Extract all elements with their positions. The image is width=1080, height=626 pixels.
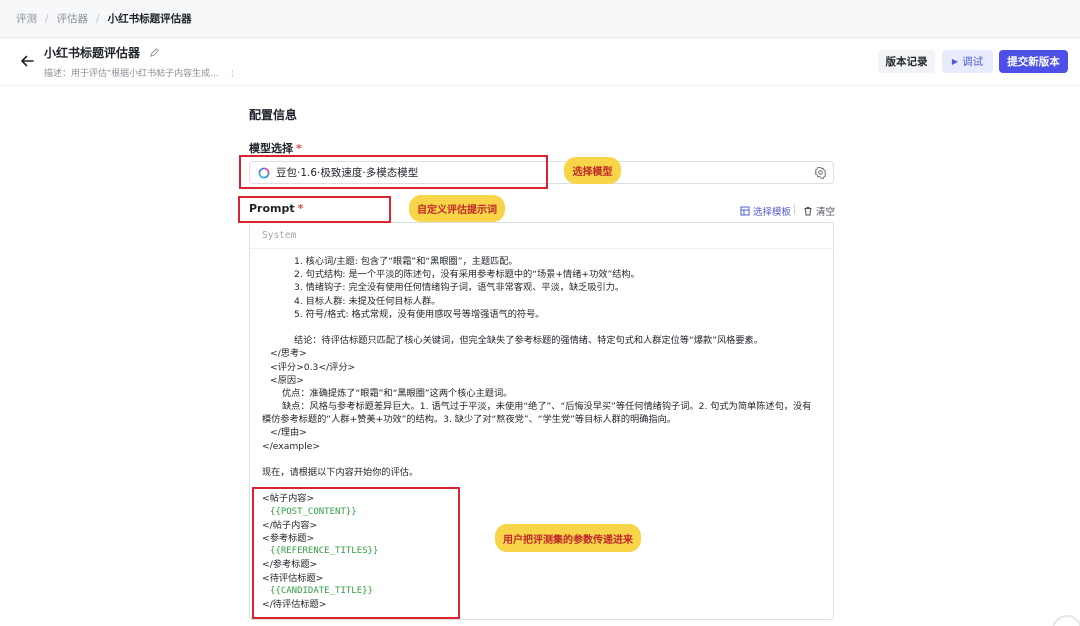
prompt-editor[interactable]: System — — — — — — — — — — — — — — — — —… (249, 222, 834, 620)
required-mark: * (297, 202, 304, 215)
prompt-line: <评分>0.3</评分> (270, 361, 356, 373)
prompt-line: 5. 符号/格式: 格式常规，没有使用感叹号等增强语气的符号。 (294, 308, 545, 320)
select-template-button[interactable]: 选择模板 (740, 204, 791, 218)
version-history-button[interactable]: 版本记录 (878, 50, 935, 73)
prompt-line: 现在，请根据以下内容开始你的评估。 (262, 467, 419, 479)
prompt-field-label: Prompt * (249, 202, 303, 215)
breadcrumb-separator: / (96, 12, 100, 25)
assistant-bubble-icon[interactable] (1052, 615, 1080, 626)
prompt-text[interactable]: — — — — — — — — — — — — — — — — — — — — … (250, 249, 833, 611)
doubao-logo-icon (258, 167, 270, 178)
prompt-line: <待评估标题> (262, 572, 324, 584)
params-annotation: 用户把评测集的参数传递进来 (495, 524, 641, 552)
model-select-value: 豆包·1.6·极致速度·多模态模型 (276, 167, 419, 179)
prompt-line: 优点：准确提炼了“眼霜”和“黑眼圈”这两个核心主题词。 (282, 387, 513, 399)
pencil-icon[interactable] (149, 47, 160, 58)
model-annotation: 选择模型 (564, 157, 621, 184)
breadcrumb-current: 小红书标题评估器 (107, 13, 192, 25)
template-icon (740, 206, 750, 216)
model-label-text: 模型选择 (249, 142, 293, 155)
prompt-annotation: 自定义评估提示词 (409, 195, 505, 222)
prompt-line: 结论：待评估标题只匹配了核心关键词，但完全缺失了参考标题的强情绪、特定句式和人群… (294, 335, 763, 347)
breadcrumb: 评测 / 评估器 / 小红书标题评估器 (0, 0, 1080, 38)
debug-button-label: 调试 (962, 56, 984, 68)
trash-icon (804, 207, 812, 216)
prompt-line: 缺点：风格与参考标题差异巨大。1. 语气过于平淡，未使用“绝了”、“后悔没早买”… (262, 401, 812, 426)
title-block: 小红书标题评估器 描述：用于评估"根据小红书帖子内容生成... ¦ (44, 44, 234, 79)
page-header: 小红书标题评估器 描述：用于评估"根据小红书帖子内容生成... ¦ 版本记录 ▶ … (0, 38, 1080, 86)
breadcrumb-separator: / (45, 12, 49, 25)
prompt-line: </参考标题> (262, 559, 318, 571)
prompt-line: <帖子内容> (262, 493, 315, 505)
description-text: 描述：用于评估"根据小红书帖子内容生成... (44, 69, 219, 79)
tools-divider: | (793, 204, 797, 215)
breadcrumb-item-evaluators[interactable]: 评估器 (57, 11, 89, 26)
prompt-line: 2. 句式结构: 是一个平淡的陈述句，没有采用参考标题中的“场景+情绪+功效”结… (294, 269, 640, 281)
play-icon: ▶ (951, 57, 959, 66)
role-selector[interactable]: System (250, 223, 833, 249)
clear-label: 清空 (816, 207, 836, 218)
back-arrow-icon[interactable] (18, 52, 36, 70)
clear-button[interactable]: 清空 (803, 204, 835, 218)
prompt-line: </理由> (270, 427, 307, 439)
template-variable: {{POST_CONTENT}} (270, 506, 357, 517)
model-field-label: 模型选择 * (249, 140, 302, 156)
submit-new-version-button[interactable]: 提交新版本 (999, 50, 1068, 73)
prompt-line: 3. 情绪钩子: 完全没有使用任何情绪钩子词，语气非常客观、平淡，缺乏吸引力。 (294, 282, 625, 294)
page-title: 小红书标题评估器 (44, 46, 141, 60)
settings-gear-icon[interactable] (814, 166, 827, 179)
section-title: 配置信息 (249, 108, 298, 122)
model-select[interactable]: 豆包·1.6·极致速度·多模态模型 (249, 161, 834, 184)
prompt-line: </思考> (270, 348, 307, 360)
role-placeholder: System (262, 230, 297, 241)
prompt-line: <原因> (270, 374, 304, 386)
required-mark: * (296, 142, 302, 155)
select-template-label: 选择模板 (753, 207, 792, 218)
prompt-label-text: Prompt (249, 202, 295, 215)
debug-button[interactable]: ▶ 调试 (942, 50, 993, 73)
prompt-line: </待评估标题> (262, 598, 327, 610)
prompt-line: </example> (262, 440, 321, 452)
prompt-line: 1. 核心词/主题: 包含了“眼霜”和“黑眼圈”，主题匹配。 (294, 256, 518, 267)
template-variable: {{CANDIDATE_TITLE}} (270, 585, 373, 596)
page-description: 描述：用于评估"根据小红书帖子内容生成... ¦ (44, 69, 234, 79)
breadcrumb-item-eval[interactable]: 评测 (16, 11, 37, 26)
prompt-line: 4. 目标人群: 未提及任何目标人群。 (294, 295, 441, 307)
